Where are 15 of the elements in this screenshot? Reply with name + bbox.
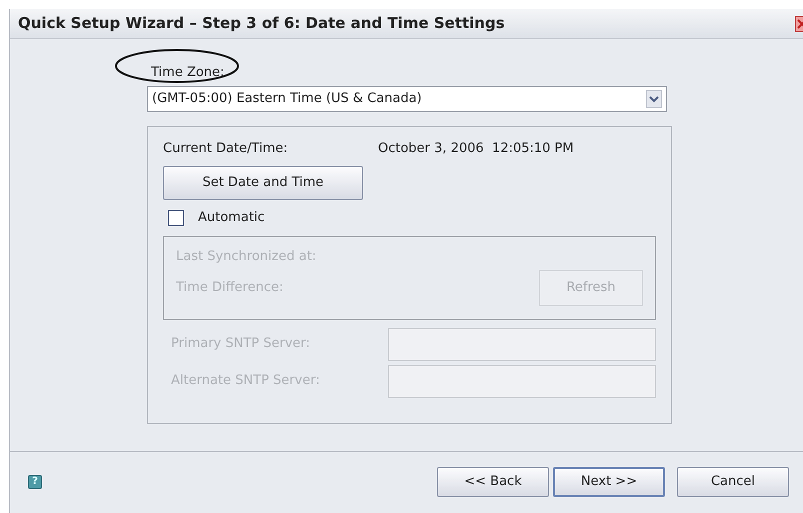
current-date-value: October 3, 2006 12:05:10 PM (378, 140, 574, 158)
wizard-button[interactable]: << Back (437, 467, 549, 497)
set-date-time-button[interactable]: Set Date and Time (163, 166, 363, 200)
time-zone-dropdown[interactable]: (GMT-05:00) Eastern Time (US & Canada) (147, 86, 667, 112)
time-zone-label: Time Zone: (151, 64, 224, 82)
last-synchronized-label: Last Synchronized at: (176, 248, 316, 266)
wizard-button[interactable]: Next >> (553, 467, 665, 497)
wizard-button[interactable]: Cancel (677, 467, 789, 497)
server-label: Alternate SNTP Server: (171, 372, 320, 390)
window-title: Quick Setup Wizard – Step 3 of 6: Date and Time Settings (18, 13, 505, 34)
automatic-checkbox[interactable] (168, 210, 184, 226)
automatic-label: Automatic (198, 209, 265, 227)
current-date-label: Current Date/Time: (163, 140, 289, 158)
time-difference-label: Time Difference: (176, 279, 284, 298)
server-label: Primary SNTP Server: (171, 335, 310, 354)
